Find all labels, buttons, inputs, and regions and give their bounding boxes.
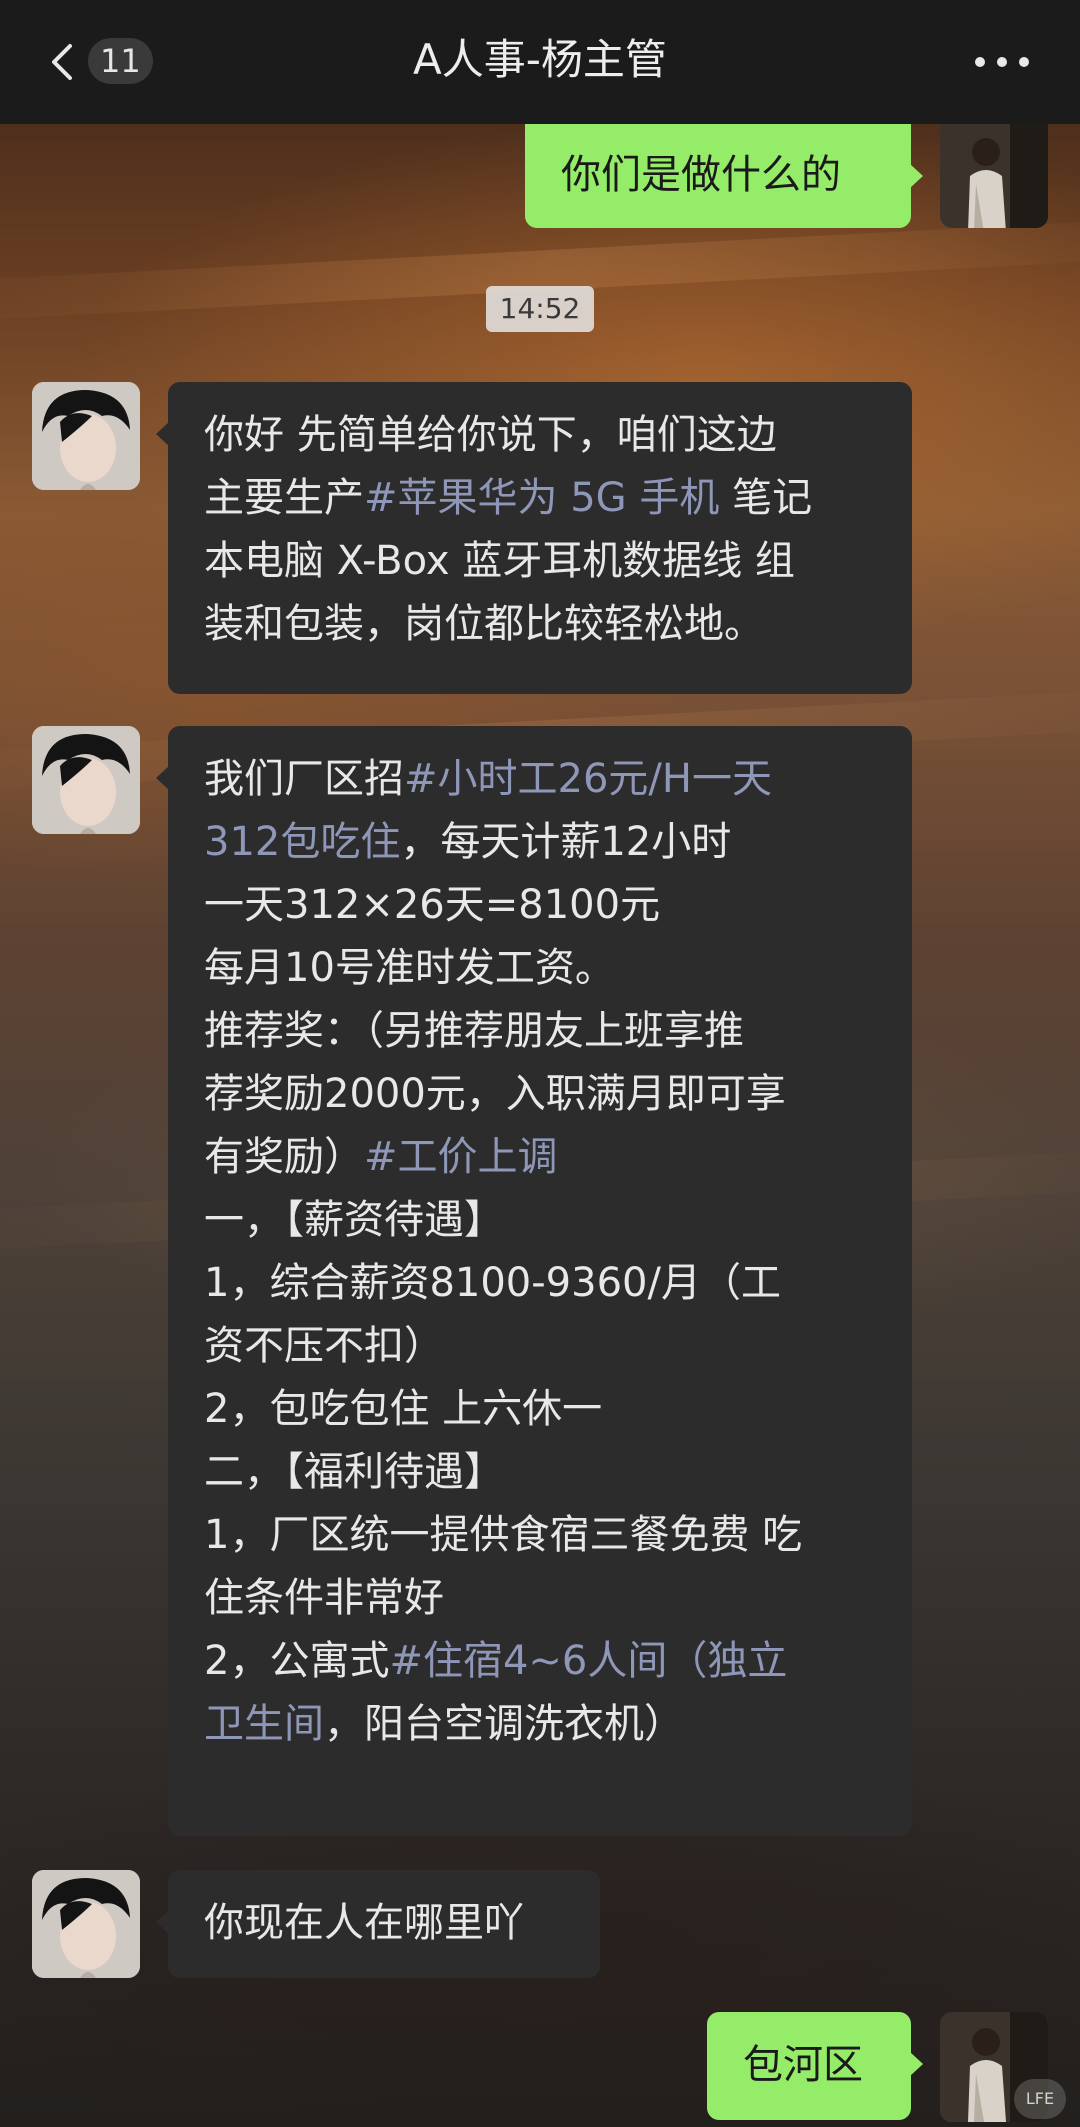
message-text-segment: 你好 先简单给你说下，咱们这边 bbox=[204, 412, 777, 458]
bubble-tail bbox=[910, 164, 923, 188]
message-text-segment: 一天312×26天=8100元 bbox=[204, 882, 661, 928]
message-bubble-other[interactable]: 我们厂区招#小时工26元/H一天 312包吃住，每天计薪12小时 一天312×26天… bbox=[156, 726, 912, 1836]
chat-header: 11 A人事-杨主管 bbox=[0, 0, 1080, 124]
message-text-segment: 二，【福利待遇】 bbox=[204, 1449, 504, 1495]
avatar-other-image bbox=[32, 726, 140, 834]
message-line: 2，公寓式#住宿4~6人间（独立 bbox=[204, 1630, 876, 1693]
timestamp-chip: 14:52 bbox=[486, 286, 594, 332]
avatar-self-image bbox=[940, 124, 1048, 228]
message-text-segment: 2，包吃包住 上六休一 bbox=[204, 1386, 603, 1432]
message-text-segment: 推荐奖：（另推荐朋友上班享推 bbox=[204, 1008, 744, 1054]
message-text-segment: 荐奖励2000元，入职满月即可享 bbox=[204, 1071, 786, 1117]
message-bubble-other[interactable]: 你现在人在哪里吖 bbox=[156, 1870, 600, 1978]
message-text-segment: 本电脑 X-Box 蓝牙耳机数据线 组 bbox=[204, 538, 795, 584]
message-line: 你好 先简单给你说下，咱们这边 bbox=[204, 404, 876, 467]
hashtag-link[interactable]: #住宿4~6人间（独立 bbox=[389, 1638, 787, 1684]
message-text: 包河区 bbox=[743, 2042, 863, 2088]
message-text-segment: 一，【薪资待遇】 bbox=[204, 1197, 504, 1243]
chat-title: A人事-杨主管 bbox=[413, 35, 667, 84]
message-line: 2，包吃包住 上六休一 bbox=[204, 1378, 876, 1441]
message-line: 主要生产#苹果华为 5G 手机 笔记 bbox=[204, 467, 876, 530]
back-chevron-icon[interactable] bbox=[44, 42, 84, 82]
message-text-segment: 装和包装，岗位都比较轻松地。 bbox=[204, 601, 764, 647]
bubble-tail bbox=[910, 2052, 923, 2076]
message-line: 每月10号准时发工资。 bbox=[204, 937, 876, 1000]
message-text-segment: 资不压不扣） bbox=[204, 1323, 444, 1369]
message-line: 推荐奖：（另推荐朋友上班享推 bbox=[204, 1000, 876, 1063]
more-dots-icon[interactable] bbox=[974, 56, 1030, 68]
message-text-segment: ，每天计薪12小时 bbox=[400, 819, 732, 865]
message-line: 住条件非常好 bbox=[204, 1567, 876, 1630]
bubble-tail bbox=[156, 422, 169, 446]
message-text-segment: 主要生产 bbox=[204, 475, 364, 521]
hashtag-link[interactable]: 卫生间 bbox=[204, 1701, 324, 1747]
message-text: 你们是做什么的 bbox=[561, 152, 841, 198]
bubble-tail bbox=[156, 1910, 169, 1934]
message-text: 你好 先简单给你说下，咱们这边 主要生产#苹果华为 5G 手机 笔记 本电脑 X-B… bbox=[204, 404, 876, 656]
message-line: 卫生间，阳台空调洗衣机） bbox=[204, 1693, 876, 1756]
message-line: 1，综合薪资8100-9360/月（工 bbox=[204, 1252, 876, 1315]
message-line: 有奖励）#工价上调 bbox=[204, 1126, 876, 1189]
message-line: 一天312×26天=8100元 bbox=[204, 874, 876, 937]
bubble-tail bbox=[156, 766, 169, 790]
message-line: 荐奖励2000元，入职满月即可享 bbox=[204, 1063, 876, 1126]
message-text-segment: 1，综合薪资8100-9360/月（工 bbox=[204, 1260, 781, 1306]
unread-count-badge[interactable]: 11 bbox=[88, 38, 153, 84]
hashtag-link[interactable]: #工价上调 bbox=[364, 1134, 558, 1180]
hashtag-link[interactable]: #小时工26元/H一天 bbox=[404, 756, 772, 802]
message-text-segment: 笔记 bbox=[719, 475, 813, 521]
avatar-self[interactable] bbox=[940, 124, 1048, 228]
message-line: 312包吃住，每天计薪12小时 bbox=[204, 811, 876, 874]
message-bubble-self[interactable]: 你们是做什么的 bbox=[525, 124, 923, 228]
message-text-segment: 1，厂区统一提供食宿三餐免费 吃 bbox=[204, 1512, 803, 1558]
hashtag-link[interactable]: #苹果华为 5G 手机 bbox=[364, 475, 719, 521]
message-bubble-self[interactable]: 包河区 bbox=[707, 2012, 923, 2120]
message-text: 你现在人在哪里吖 bbox=[204, 1900, 524, 1946]
message-line: 装和包装，岗位都比较轻松地。 bbox=[204, 593, 876, 656]
message-line: 本电脑 X-Box 蓝牙耳机数据线 组 bbox=[204, 530, 876, 593]
message-text-segment: 住条件非常好 bbox=[204, 1575, 444, 1621]
message-text: 我们厂区招#小时工26元/H一天 312包吃住，每天计薪12小时 一天312×26天… bbox=[204, 748, 876, 1756]
message-text-segment: 我们厂区招 bbox=[204, 756, 404, 802]
avatar-other-image bbox=[32, 382, 140, 490]
message-text-segment: 2，公寓式 bbox=[204, 1638, 390, 1684]
message-line: 我们厂区招#小时工26元/H一天 bbox=[204, 748, 876, 811]
message-bubble-other[interactable]: 你好 先简单给你说下，咱们这边 主要生产#苹果华为 5G 手机 笔记 本电脑 X-B… bbox=[156, 382, 912, 694]
avatar-other[interactable] bbox=[32, 726, 140, 834]
avatar-other[interactable] bbox=[32, 1870, 140, 1978]
watermark-badge: LFE bbox=[1014, 2079, 1066, 2119]
message-line: 资不压不扣） bbox=[204, 1315, 876, 1378]
message-text-segment: 有奖励） bbox=[204, 1134, 364, 1180]
message-line: 1，厂区统一提供食宿三餐免费 吃 bbox=[204, 1504, 876, 1567]
message-line: 一，【薪资待遇】 bbox=[204, 1189, 876, 1252]
message-text-segment: 每月10号准时发工资。 bbox=[204, 945, 615, 991]
message-line: 二，【福利待遇】 bbox=[204, 1441, 876, 1504]
avatar-other-image bbox=[32, 1870, 140, 1978]
message-text-segment: ，阳台空调洗衣机） bbox=[324, 1701, 684, 1747]
hashtag-link[interactable]: 312包吃住 bbox=[204, 819, 400, 865]
avatar-other[interactable] bbox=[32, 382, 140, 490]
